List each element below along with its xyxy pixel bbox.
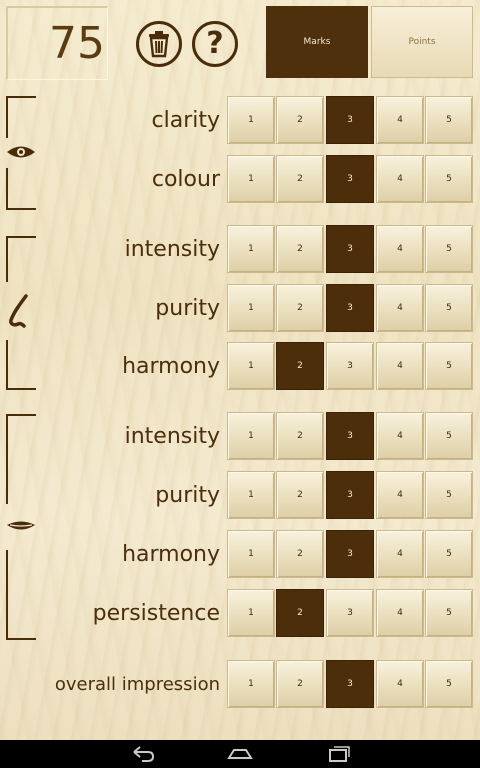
tasting-screen: 75 ? Marks Points clarity 1 2 3 4 5 colo…	[0, 0, 480, 740]
rating-button-4[interactable]: 4	[376, 284, 424, 332]
home-icon[interactable]	[226, 744, 254, 764]
rating-button-4[interactable]: 4	[376, 412, 424, 460]
score-value: 75	[49, 18, 105, 69]
rating-button-2[interactable]: 2	[276, 96, 324, 144]
rating-button-5[interactable]: 5	[425, 96, 473, 144]
row-label: clarity	[151, 108, 221, 133]
rating-button-4[interactable]: 4	[376, 530, 424, 578]
rating-button-5[interactable]: 5	[425, 660, 473, 708]
row-label: colour	[151, 167, 220, 192]
sight-bracket-bottom	[6, 168, 36, 210]
rating-button-5[interactable]: 5	[425, 284, 473, 332]
rating-button-3[interactable]: 3	[326, 155, 374, 203]
rating-button-2[interactable]: 2	[276, 530, 324, 578]
row-label: purity	[155, 483, 220, 508]
points-mode-label: Points	[408, 37, 436, 47]
row-label: intensity	[124, 424, 220, 449]
nose-bracket-top	[6, 236, 36, 282]
rating-button-4[interactable]: 4	[376, 96, 424, 144]
rating-button-4[interactable]: 4	[376, 342, 424, 390]
rating-button-1[interactable]: 1	[227, 530, 275, 578]
rating-button-4[interactable]: 4	[376, 660, 424, 708]
rating-button-2[interactable]: 2	[276, 471, 324, 519]
rating-button-2[interactable]: 2	[276, 660, 324, 708]
rating-button-2[interactable]: 2	[276, 412, 324, 460]
rating-button-1[interactable]: 1	[227, 96, 275, 144]
row-label: persistence	[92, 601, 220, 626]
nose-icon	[9, 294, 28, 328]
rating-button-1[interactable]: 1	[227, 589, 275, 637]
rating-button-1[interactable]: 1	[227, 471, 275, 519]
system-nav-bar	[0, 740, 480, 768]
rating-button-3[interactable]: 3	[326, 284, 374, 332]
rating-button-3[interactable]: 3	[326, 471, 374, 519]
rating-button-5[interactable]: 5	[425, 225, 473, 273]
nose-bracket-bottom	[6, 340, 36, 390]
points-mode-button[interactable]: Points	[371, 6, 473, 78]
row-label: harmony	[122, 354, 220, 379]
row-label: overall impression	[54, 674, 220, 695]
rating-button-4[interactable]: 4	[376, 589, 424, 637]
help-glyph: ?	[206, 26, 224, 61]
recents-icon[interactable]	[326, 744, 352, 764]
rating-button-1[interactable]: 1	[227, 155, 275, 203]
rating-button-4[interactable]: 4	[376, 471, 424, 519]
rating-button-5[interactable]: 5	[425, 589, 473, 637]
rating-button-4[interactable]: 4	[376, 155, 424, 203]
rating-button-3[interactable]: 3	[326, 660, 374, 708]
marks-mode-button[interactable]: Marks	[266, 6, 368, 78]
mouth-icon	[7, 521, 35, 530]
rating-button-2[interactable]: 2	[276, 284, 324, 332]
rating-button-3[interactable]: 3	[326, 589, 374, 637]
rating-button-2[interactable]: 2	[276, 225, 324, 273]
help-icon[interactable]: ?	[192, 21, 238, 67]
rating-button-1[interactable]: 1	[227, 225, 275, 273]
rating-button-5[interactable]: 5	[425, 155, 473, 203]
rating-button-3[interactable]: 3	[326, 530, 374, 578]
rating-button-1[interactable]: 1	[227, 412, 275, 460]
eye-icon	[7, 146, 35, 158]
rating-button-2[interactable]: 2	[276, 155, 324, 203]
rating-button-5[interactable]: 5	[425, 471, 473, 519]
taste-bracket-top	[6, 414, 36, 504]
rating-button-1[interactable]: 1	[227, 342, 275, 390]
back-icon[interactable]	[130, 744, 156, 764]
rating-button-2[interactable]: 2	[276, 589, 324, 637]
taste-bracket-bottom	[6, 550, 36, 640]
rating-button-1[interactable]: 1	[227, 660, 275, 708]
row-label: intensity	[124, 237, 220, 262]
rating-button-5[interactable]: 5	[425, 530, 473, 578]
rating-button-3[interactable]: 3	[326, 96, 374, 144]
rating-button-4[interactable]: 4	[376, 225, 424, 273]
trash-icon[interactable]	[136, 21, 182, 67]
rating-button-2[interactable]: 2	[276, 342, 324, 390]
score-panel: 75	[6, 6, 108, 80]
rating-button-3[interactable]: 3	[326, 342, 374, 390]
row-label: harmony	[122, 542, 220, 567]
marks-mode-label: Marks	[303, 37, 331, 47]
sight-bracket-top	[6, 96, 36, 138]
rating-button-3[interactable]: 3	[326, 412, 374, 460]
rating-button-3[interactable]: 3	[326, 225, 374, 273]
rating-button-1[interactable]: 1	[227, 284, 275, 332]
row-label: purity	[155, 296, 220, 321]
rating-button-5[interactable]: 5	[425, 412, 473, 460]
rating-button-5[interactable]: 5	[425, 342, 473, 390]
